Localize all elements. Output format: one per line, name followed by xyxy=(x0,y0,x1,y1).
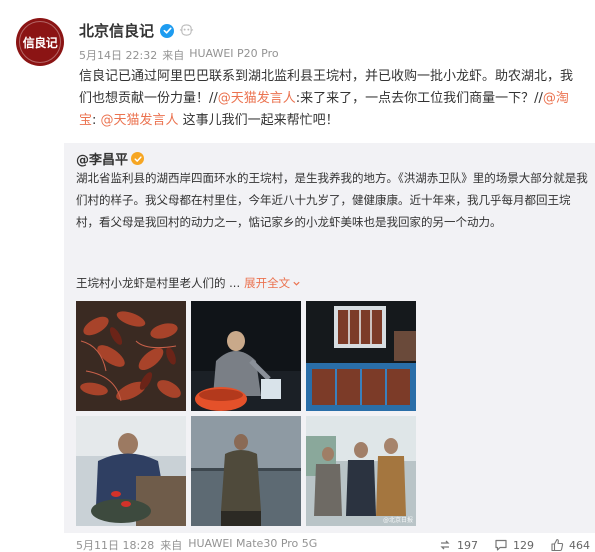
content-text: 这事儿我们一起来帮忙吧！ xyxy=(178,113,339,128)
post-source-prefix: 来自 xyxy=(162,49,185,62)
post-meta: 5月14日 22:32 来自 HUAWEI P20 Pro xyxy=(79,47,279,63)
post-content: 信良记已通过阿里巴巴联系到湖北监利县王垸村，并已收购一批小龙虾。助农湖北，我们也… xyxy=(79,66,579,132)
avatar-logo-text: 信良记 xyxy=(22,35,58,50)
night-harvest-photo[interactable] xyxy=(191,301,301,411)
verified-icon xyxy=(160,23,175,38)
post-time[interactable]: 5月14日 22:32 xyxy=(79,47,157,63)
repost-source-prefix: 来自 xyxy=(160,539,183,552)
weibo-post: 信良记 北京信良记 5月14日 22:32 来自 HUAWEI P20 Pro … xyxy=(0,0,595,552)
repost-author-row: @李昌平 xyxy=(76,149,145,168)
repost-summary: 王垸村小龙虾是村里老人们的 ... 展开全文 xyxy=(76,275,301,291)
repost-icon xyxy=(440,540,450,550)
comment-button[interactable]: 129 xyxy=(494,538,534,552)
verified-gold-icon xyxy=(131,152,145,165)
repost-time[interactable]: 5月11日 18:28 xyxy=(76,537,154,552)
expand-link[interactable]: 展开全文 xyxy=(244,275,301,291)
crayfish-crates-photo[interactable] xyxy=(306,301,416,411)
expand-label: 展开全文 xyxy=(244,276,291,290)
comment-icon xyxy=(495,539,507,551)
repost-author[interactable]: @李昌平 xyxy=(76,149,128,168)
repost-meta: 5月11日 18:28 来自 HUAWEI Mate30 Pro 5G xyxy=(76,537,317,552)
lakeside-man-photo[interactable] xyxy=(191,416,301,526)
author-name[interactable]: 北京信良记 xyxy=(79,20,154,41)
comment-count: 129 xyxy=(513,538,534,552)
post-device: HUAWEI P20 Pro xyxy=(189,47,279,60)
crayfish-pile-photo[interactable] xyxy=(76,301,186,411)
photo-watermark: @北京日报 xyxy=(382,517,413,524)
fisherman-boat-photo[interactable] xyxy=(76,416,186,526)
repost-text: 湖北省监利县的湖西岸四面环水的王垸村，是生我养我的地方。《洪湖赤卫队》里的场景大… xyxy=(76,171,588,229)
content-text: : xyxy=(92,113,101,128)
member-badge-icon[interactable] xyxy=(178,24,194,38)
action-bar: 197 129 464 xyxy=(438,538,590,552)
repost-device: HUAWEI Mate30 Pro 5G xyxy=(188,537,318,550)
villagers-group-photo[interactable]: @北京日报 xyxy=(306,416,416,526)
author-row: 北京信良记 xyxy=(79,20,194,41)
repost-button[interactable]: 197 xyxy=(438,538,478,552)
repost-count: 197 xyxy=(457,538,478,552)
content-text: :来了来了，一点去你工位我们商量一下？// xyxy=(295,91,543,106)
like-button[interactable]: 464 xyxy=(550,538,590,552)
summary-text: 王垸村小龙虾是村里老人们的 ... xyxy=(76,276,241,290)
photo-grid: @北京日报 xyxy=(76,301,416,526)
thumbs-up-icon xyxy=(551,538,564,552)
chevron-down-icon xyxy=(293,281,300,286)
repost-footer: 5月11日 18:28 来自 HUAWEI Mate30 Pro 5G 197 … xyxy=(76,535,590,552)
mention-link[interactable]: @天猫发言人 xyxy=(101,113,179,128)
avatar[interactable]: 信良记 xyxy=(16,18,64,66)
mention-link[interactable]: @天猫发言人 xyxy=(218,91,296,106)
repost-card: @李昌平 湖北省监利县的湖西岸四面环水的王垸村，是生我养我的地方。《洪湖赤卫队》… xyxy=(64,143,595,552)
like-count: 464 xyxy=(569,538,590,552)
